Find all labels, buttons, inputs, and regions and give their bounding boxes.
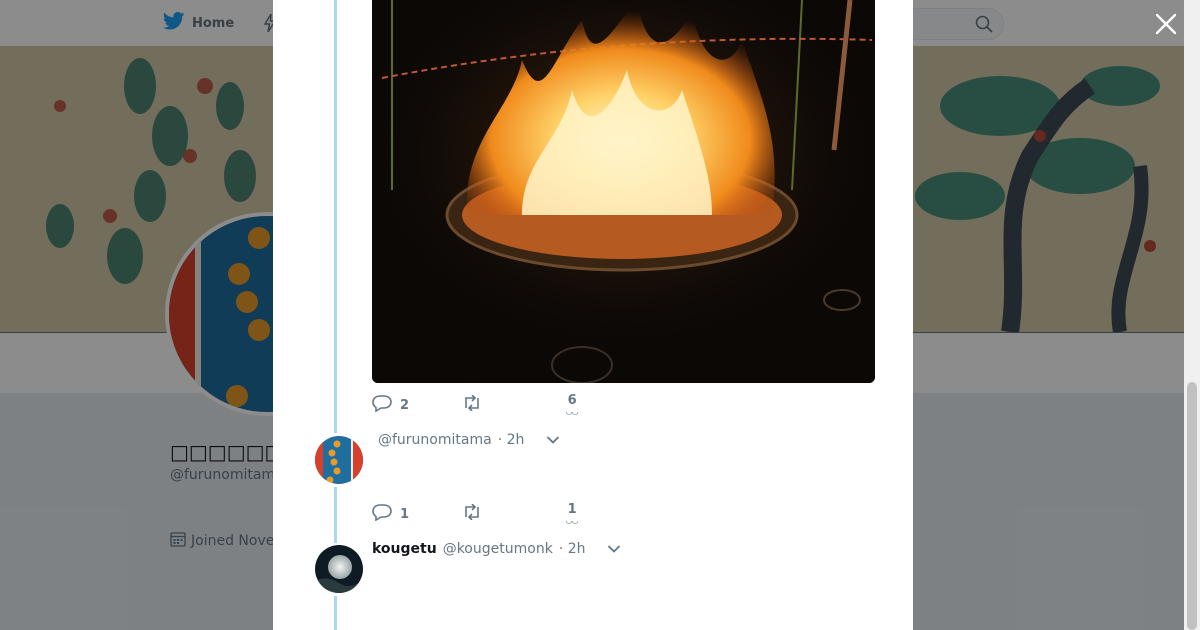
reply-button[interactable]: 2 (372, 394, 462, 416)
tweet-handle[interactable]: @kougetumonk (443, 541, 553, 557)
like-button[interactable]: 1 ◡◡ (566, 503, 578, 525)
like-heart-icon: ◡◡ (566, 517, 579, 525)
tweet-timestamp[interactable]: · 2h (559, 541, 586, 557)
reply-icon (372, 503, 392, 525)
tweet-handle[interactable]: @furunomitama (378, 432, 492, 448)
retweet-button[interactable] (462, 394, 566, 415)
like-heart-icon: ◡◡ (566, 408, 579, 416)
chevron-down-icon[interactable] (607, 544, 621, 554)
retweet-icon (462, 394, 482, 415)
reply-count: 2 (400, 397, 410, 413)
like-button[interactable]: 6 ◡◡ (566, 394, 578, 416)
reply-icon (372, 394, 392, 416)
reply-count: 1 (400, 506, 410, 522)
tweet-modal: 2 6 ◡◡ @furunomitama · 2h 1 1 ◡◡ kougetu… (273, 0, 913, 630)
retweet-icon (462, 503, 482, 524)
like-count: 6 (567, 393, 577, 408)
tweet-actions: 1 1 ◡◡ (372, 503, 578, 525)
tweet-media-photo[interactable] (372, 0, 875, 383)
close-icon (1154, 13, 1178, 40)
thread-line (334, 596, 337, 630)
tweet-display-name[interactable]: kougetu (372, 541, 437, 557)
scrollbar-thumb[interactable] (1187, 382, 1197, 630)
thread-line (334, 487, 337, 543)
reply-button[interactable]: 1 (372, 503, 462, 525)
like-count: 1 (567, 502, 577, 517)
tweet-header: kougetu @kougetumonk · 2h (372, 541, 621, 557)
tweet-header: @furunomitama · 2h (372, 432, 560, 448)
chevron-down-icon[interactable] (546, 435, 560, 445)
retweet-button[interactable] (462, 503, 566, 524)
close-modal-button[interactable] (1154, 12, 1178, 36)
tweet-timestamp[interactable]: · 2h (498, 432, 525, 448)
tweet-author-avatar[interactable] (313, 434, 365, 486)
thread-line (334, 0, 337, 433)
tweet-author-avatar[interactable] (313, 543, 365, 595)
tweet-actions: 2 6 ◡◡ (372, 394, 578, 416)
